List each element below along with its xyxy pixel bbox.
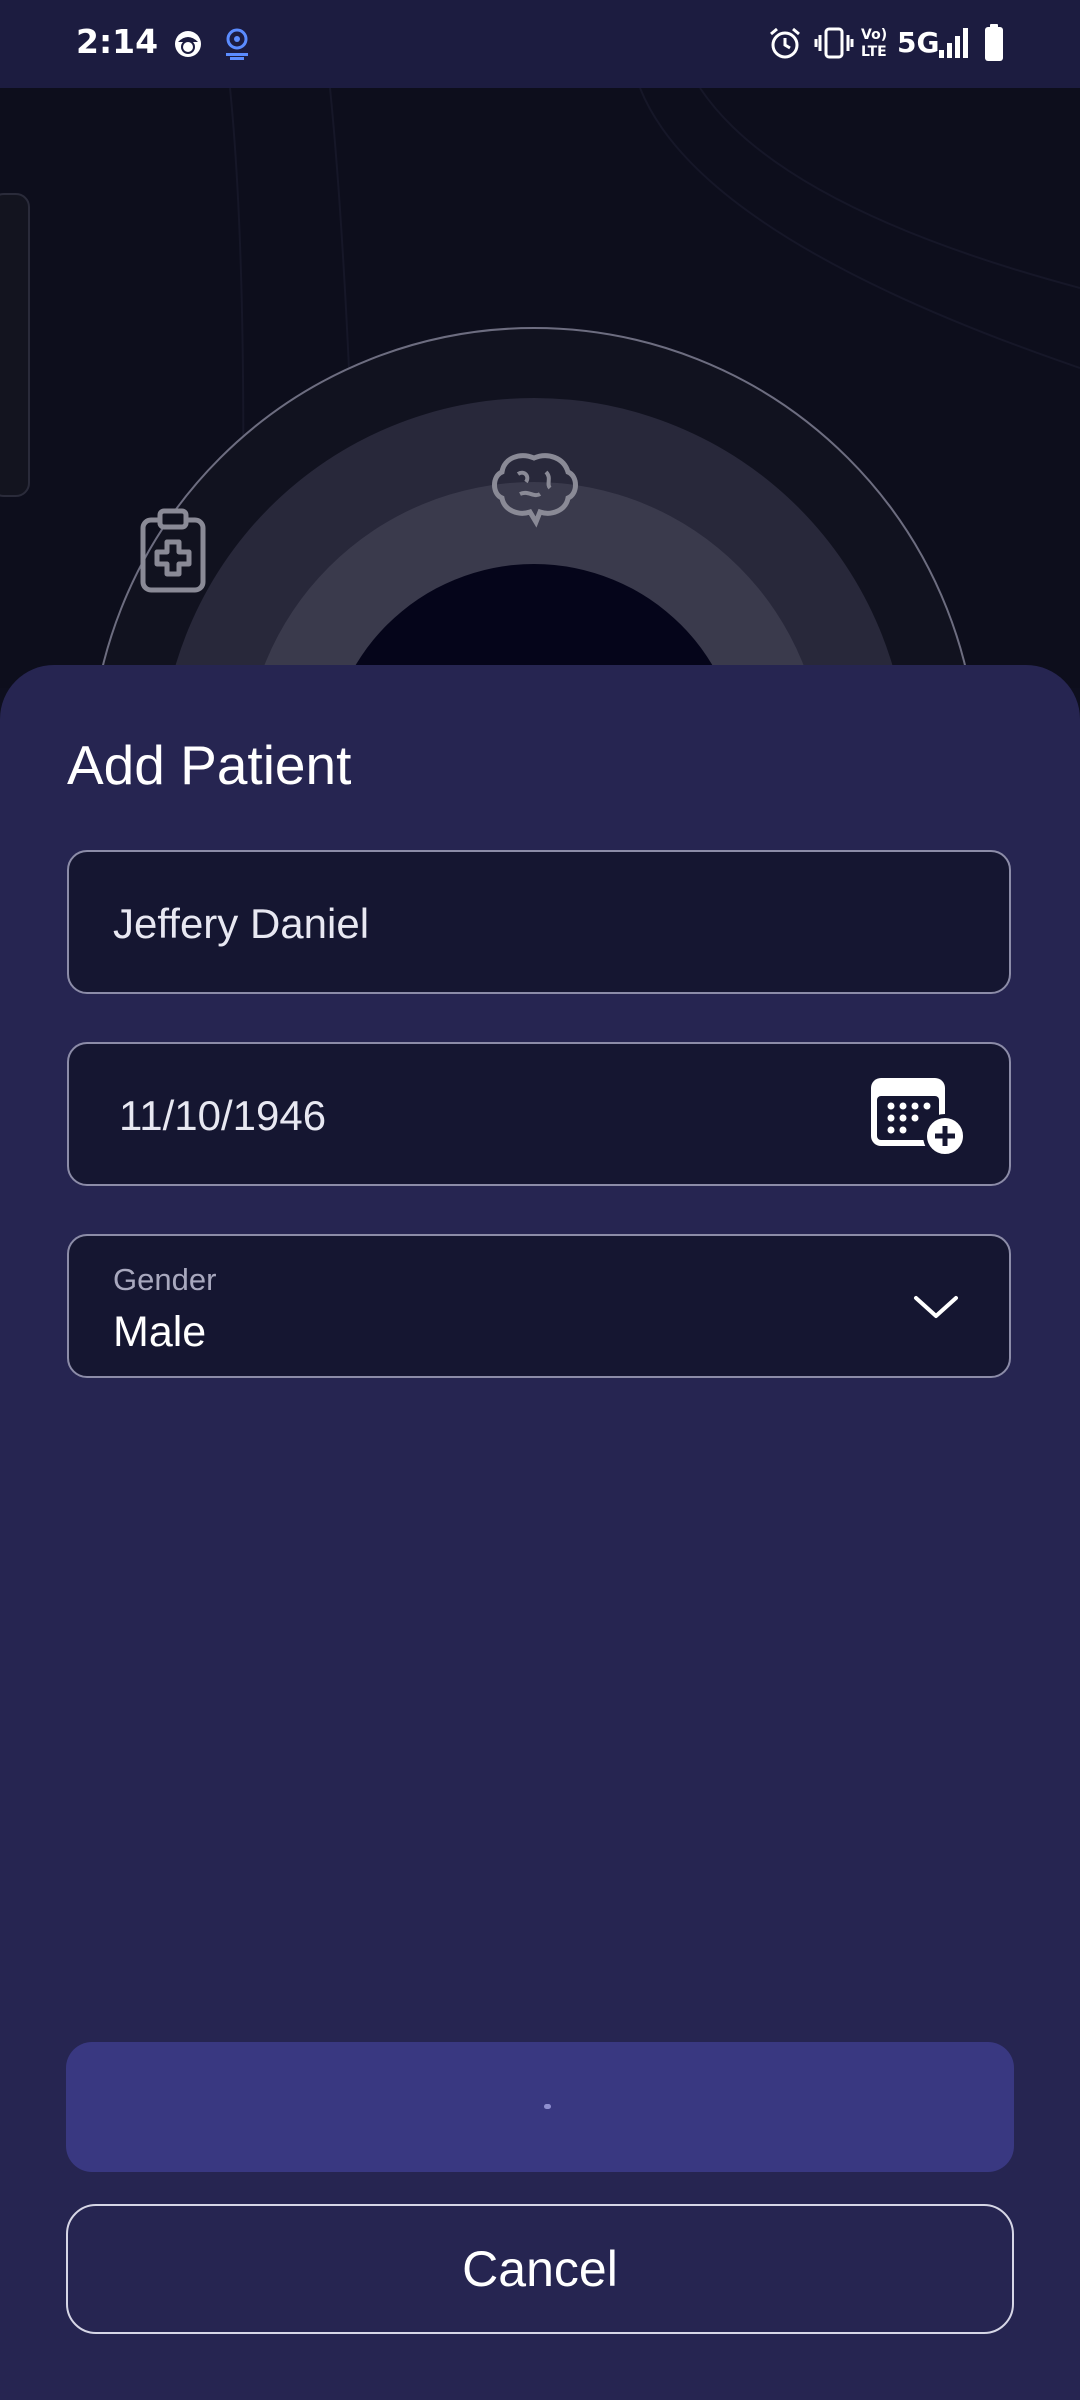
network-type: 5G <box>897 26 940 59</box>
patient-name-value[interactable]: Jeffery Daniel <box>113 900 369 948</box>
svg-text:LTE: LTE <box>861 44 887 60</box>
cancel-button[interactable]: Cancel <box>66 2204 1014 2334</box>
sheet-title: Add Patient <box>67 734 352 796</box>
status-bar: 2:14 Vo) LTE 5G <box>0 0 1080 88</box>
patient-name-field[interactable]: Jeffery Daniel <box>67 850 1011 994</box>
vibrate-icon <box>814 27 854 59</box>
date-of-birth-field[interactable]: 11/10/1946 <box>67 1042 1011 1186</box>
background-scene <box>0 88 1080 688</box>
location-broadcast-icon <box>226 28 248 60</box>
signal-icon <box>939 28 968 58</box>
add-patient-sheet: Add Patient Jeffery Daniel 11/10/1946 Ge… <box>0 665 1080 2400</box>
battery-icon <box>985 24 1003 61</box>
status-time: 2:14 <box>76 22 159 61</box>
gender-select[interactable]: Gender Male <box>67 1234 1011 1378</box>
chevron-down-icon[interactable] <box>913 1294 959 1322</box>
side-handle[interactable] <box>0 193 30 497</box>
submit-button[interactable] <box>66 2042 1014 2172</box>
gender-value[interactable]: Male <box>113 1308 206 1357</box>
date-of-birth-value[interactable]: 11/10/1946 <box>119 1092 326 1140</box>
loading-spinner <box>544 2104 551 2109</box>
brain-icon[interactable] <box>490 450 578 530</box>
gender-label: Gender <box>113 1262 217 1297</box>
alarm-icon <box>770 27 800 59</box>
volte-icon: Vo)LTE <box>861 27 887 60</box>
calendar-add-icon[interactable] <box>869 1076 969 1158</box>
clipboard-medical-icon[interactable] <box>138 508 208 594</box>
background-rings <box>97 88 1080 688</box>
svg-text:Vo): Vo) <box>861 27 887 43</box>
face-notification-icon <box>175 31 201 57</box>
